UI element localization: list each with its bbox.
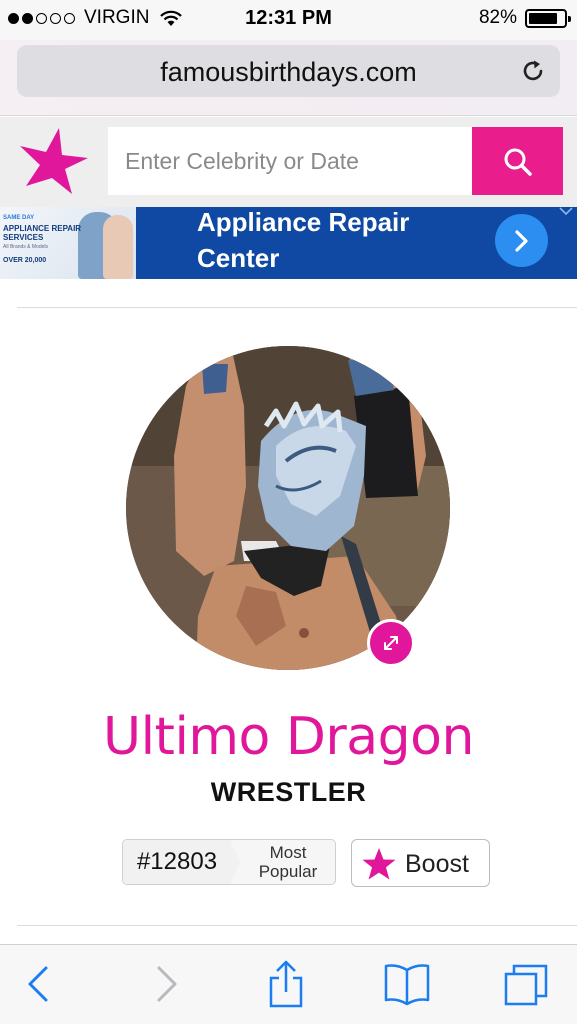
back-icon[interactable] [15, 960, 63, 1008]
share-icon[interactable] [262, 960, 310, 1008]
battery-fill [529, 12, 557, 24]
boost-label: Boost [405, 850, 469, 878]
browser-address-area: famousbirthdays.com [0, 40, 577, 116]
ad-banner[interactable]: SAME DAY APPLIANCE REPAIR SERVICES All B… [0, 207, 577, 279]
reload-icon[interactable] [520, 58, 546, 84]
site-header [0, 117, 577, 207]
battery-icon [525, 8, 571, 28]
search-input[interactable] [108, 127, 472, 195]
celebrity-profession[interactable]: WRESTLER [0, 777, 577, 808]
ad-image[interactable]: SAME DAY APPLIANCE REPAIR SERVICES All B… [0, 207, 136, 279]
celebrity-name: Ultimo Dragon [103, 707, 474, 767]
ad-go-button[interactable] [495, 214, 548, 267]
section-divider [17, 307, 577, 308]
status-bar: VIRGIN 12:31 PM 82% [0, 0, 577, 40]
ad-choices-icon[interactable] [557, 207, 575, 219]
rank-number: #12803 [123, 840, 231, 884]
search-box [108, 127, 472, 195]
ad-person-figure [103, 215, 133, 279]
bookmarks-icon[interactable] [383, 960, 431, 1008]
ad-image-tag: SAME DAY [3, 215, 35, 221]
url-text[interactable]: famousbirthdays.com [17, 57, 560, 88]
search-icon [504, 148, 532, 176]
rank-label: Most Popular [258, 843, 318, 881]
expand-photo-button[interactable] [367, 619, 415, 667]
ad-image-headline: APPLIANCE REPAIR SERVICES [3, 224, 82, 242]
section-divider [17, 925, 577, 926]
browser-toolbar [0, 944, 577, 1024]
popularity-rank-badge[interactable]: #12803 Most Popular [122, 839, 336, 885]
ad-image-count: OVER 20,000 [3, 257, 47, 264]
forward-icon[interactable] [142, 960, 190, 1008]
status-right: 82% [478, 7, 571, 29]
expand-icon [384, 636, 398, 650]
address-bar[interactable]: famousbirthdays.com [17, 45, 560, 97]
ad-image-sub: All Brands & Models [3, 244, 49, 250]
chevron-right-icon [515, 230, 528, 252]
star-icon [362, 848, 396, 880]
famous-birthdays-star-logo[interactable] [18, 124, 90, 196]
ad-title[interactable]: Appliance Repair Center [197, 207, 487, 276]
rank-divider [230, 840, 240, 884]
tabs-icon[interactable] [502, 960, 550, 1008]
search-button[interactable] [472, 127, 563, 195]
battery-percent: 82% [478, 7, 517, 28]
boost-button[interactable]: Boost [351, 839, 490, 887]
